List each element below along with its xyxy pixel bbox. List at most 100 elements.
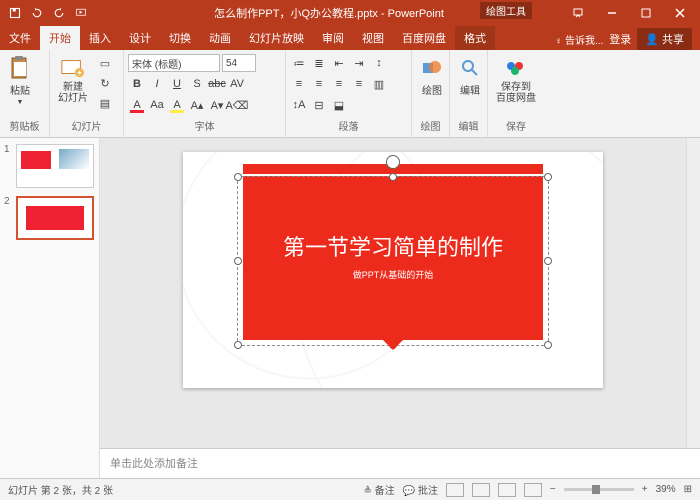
slideshow-icon[interactable] xyxy=(74,6,88,20)
find-icon xyxy=(458,56,482,80)
tell-me[interactable]: ♀ 告诉我... xyxy=(555,32,604,47)
font-size-combo[interactable]: 54 xyxy=(222,54,256,72)
slide-thumbnails-panel: 1 2 xyxy=(0,138,100,478)
tab-home[interactable]: 开始 xyxy=(40,26,80,50)
sorter-view-button[interactable] xyxy=(472,483,490,497)
bold-button[interactable]: B xyxy=(128,75,146,93)
resize-handle-ne[interactable] xyxy=(544,173,552,181)
maximize-icon[interactable] xyxy=(630,0,662,26)
increase-font-button[interactable]: A▴ xyxy=(188,96,206,114)
resize-handle-e[interactable] xyxy=(544,257,552,265)
drawing-button[interactable]: 绘图 xyxy=(416,54,448,99)
group-clipboard: 剪贴板 xyxy=(4,118,45,135)
zoom-slider[interactable] xyxy=(564,488,634,491)
tab-transitions[interactable]: 切换 xyxy=(160,26,200,50)
baidu-cloud-icon xyxy=(504,56,528,80)
notes-pane[interactable]: 单击此处添加备注 xyxy=(100,448,700,478)
tab-design[interactable]: 设计 xyxy=(120,26,160,50)
resize-handle-w[interactable] xyxy=(234,257,242,265)
share-button[interactable]: 👤 共享 xyxy=(637,28,692,50)
slide-thumbnail-2[interactable] xyxy=(16,196,94,240)
close-icon[interactable] xyxy=(664,0,696,26)
minimize-icon[interactable] xyxy=(596,0,628,26)
reading-view-button[interactable] xyxy=(498,483,516,497)
editing-button[interactable]: 编辑 xyxy=(454,54,486,99)
justify-button[interactable]: ≡ xyxy=(350,75,368,93)
slide-thumbnail-1[interactable] xyxy=(16,144,94,188)
slide[interactable]: 第一节学习简单的制作 做PPT从基础的开始 xyxy=(183,152,603,388)
login-link[interactable]: 登录 xyxy=(609,31,631,47)
smartart-button[interactable]: ⬓ xyxy=(330,96,348,114)
new-slide-icon: ✦ xyxy=(61,56,85,80)
align-text-button[interactable]: ⊟ xyxy=(310,96,328,114)
align-center-button[interactable]: ≡ xyxy=(310,75,328,93)
resize-handle-sw[interactable] xyxy=(234,341,242,349)
save-baidu-button[interactable]: 保存到 百度网盘 xyxy=(492,54,540,106)
resize-handle-se[interactable] xyxy=(544,341,552,349)
tab-view[interactable]: 视图 xyxy=(353,26,393,50)
textbox-selection[interactable] xyxy=(237,176,549,346)
zoom-level[interactable]: 39% xyxy=(656,484,676,495)
thumb-number: 2 xyxy=(4,196,12,240)
numbering-button[interactable]: ≣ xyxy=(310,54,328,72)
slide-canvas[interactable]: 第一节学习简单的制作 做PPT从基础的开始 xyxy=(100,138,686,448)
group-paragraph: 段落 xyxy=(290,118,407,135)
rotate-handle[interactable] xyxy=(386,155,400,169)
line-spacing-button[interactable]: ↕ xyxy=(370,54,388,72)
group-editing: 编辑 xyxy=(454,118,483,135)
save-icon[interactable] xyxy=(8,6,22,20)
clear-format-button[interactable]: A⌫ xyxy=(228,96,246,114)
indent-dec-button[interactable]: ⇤ xyxy=(330,54,348,72)
text-direction-button[interactable]: ↕A xyxy=(290,96,308,114)
columns-button[interactable]: ▥ xyxy=(370,75,388,93)
new-slide-button[interactable]: ✦ 新建 幻灯片 xyxy=(54,54,92,106)
decrease-font-button[interactable]: A▾ xyxy=(208,96,226,114)
undo-icon[interactable] xyxy=(30,6,44,20)
shape-red-block[interactable]: 第一节学习简单的制作 做PPT从基础的开始 xyxy=(243,176,543,340)
bullets-button[interactable]: ≔ xyxy=(290,54,308,72)
comments-toggle[interactable]: 💬 批注 xyxy=(403,482,438,497)
tab-review[interactable]: 审阅 xyxy=(313,26,353,50)
tab-slideshow[interactable]: 幻灯片放映 xyxy=(240,26,313,50)
tab-format[interactable]: 格式 xyxy=(455,26,495,50)
vertical-scrollbar[interactable] xyxy=(686,138,700,448)
zoom-in-button[interactable]: + xyxy=(642,484,648,495)
reset-button[interactable]: ↻ xyxy=(96,74,114,92)
clipboard-icon xyxy=(8,56,32,80)
group-slides: 幻灯片 xyxy=(54,118,119,135)
zoom-out-button[interactable]: − xyxy=(550,484,556,495)
normal-view-button[interactable] xyxy=(446,483,464,497)
callout-notch xyxy=(383,340,403,350)
group-drawing: 绘图 xyxy=(416,118,445,135)
tab-animations[interactable]: 动画 xyxy=(200,26,240,50)
tab-baidu[interactable]: 百度网盘 xyxy=(393,26,455,50)
shapes-icon xyxy=(420,56,444,80)
shadow-button[interactable]: S xyxy=(188,75,206,93)
font-name-combo[interactable]: 宋体 (标题) xyxy=(128,54,220,72)
italic-button[interactable]: I xyxy=(148,75,166,93)
align-right-button[interactable]: ≡ xyxy=(330,75,348,93)
resize-handle-nw[interactable] xyxy=(234,173,242,181)
fit-to-window-button[interactable]: ⊞ xyxy=(684,484,692,495)
slideshow-view-button[interactable] xyxy=(524,483,542,497)
ribbon-options-icon[interactable] xyxy=(562,0,594,26)
group-save: 保存 xyxy=(492,118,540,135)
layout-button[interactable]: ▭ xyxy=(96,54,114,72)
font-color-button[interactable]: A xyxy=(128,96,146,114)
strikethrough-button[interactable]: abc xyxy=(208,75,226,93)
spacing-button[interactable]: AV xyxy=(228,75,246,93)
redo-icon[interactable] xyxy=(52,6,66,20)
tab-file[interactable]: 文件 xyxy=(0,26,40,50)
contextual-tab-label: 绘图工具 xyxy=(480,2,532,19)
paste-button[interactable]: 粘贴 ▼ xyxy=(4,54,36,108)
notes-toggle[interactable]: ≜ 备注 xyxy=(364,482,395,497)
svg-text:✦: ✦ xyxy=(76,68,82,77)
align-left-button[interactable]: ≡ xyxy=(290,75,308,93)
section-button[interactable]: ▤ xyxy=(96,94,114,112)
resize-handle-n[interactable] xyxy=(389,173,397,181)
underline-button[interactable]: U xyxy=(168,75,186,93)
change-case-button[interactable]: Aa xyxy=(148,96,166,114)
indent-inc-button[interactable]: ⇥ xyxy=(350,54,368,72)
highlight-button[interactable]: A xyxy=(168,96,186,114)
tab-insert[interactable]: 插入 xyxy=(80,26,120,50)
